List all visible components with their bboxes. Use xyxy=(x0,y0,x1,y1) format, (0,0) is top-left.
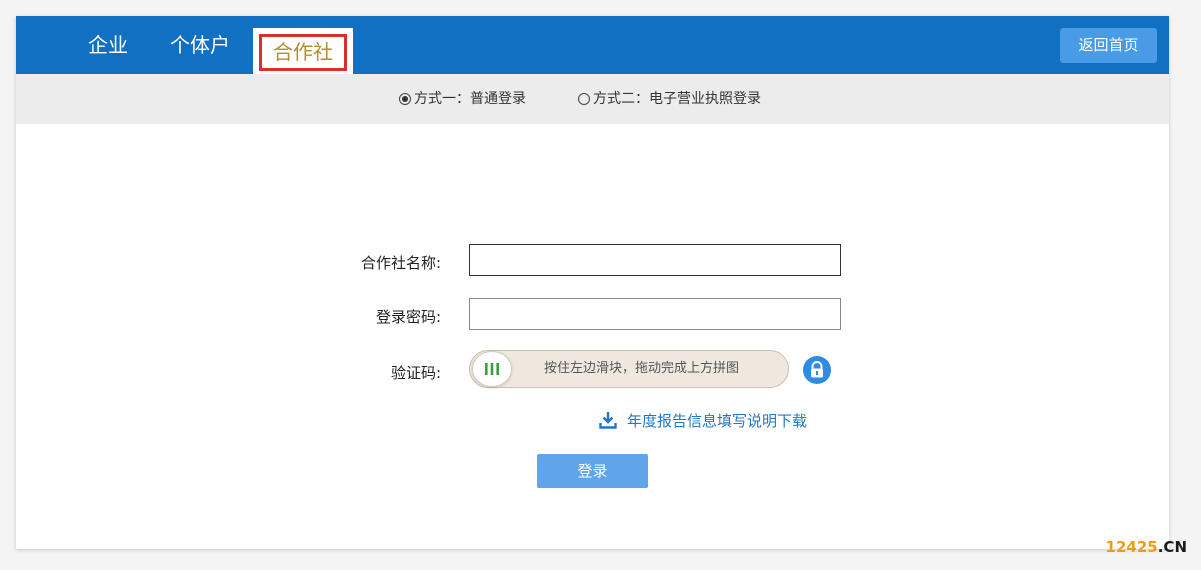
login-mode-bar: 方式一：普通登录 方式二：电子营业执照登录 xyxy=(16,74,1169,124)
lock-icon[interactable] xyxy=(803,356,831,384)
password-input[interactable] xyxy=(469,298,841,330)
login-mode-normal-label: 方式一：普通登录 xyxy=(414,91,526,107)
tab-individual-business[interactable]: 个体户 xyxy=(162,16,238,74)
captcha-slider-track[interactable]: 按住左边滑块，拖动完成上方拼图 xyxy=(469,350,789,388)
login-mode-e-license-label: 方式二：电子营业执照登录 xyxy=(593,91,761,107)
grip-icon xyxy=(485,363,499,375)
radio-unchecked-icon[interactable] xyxy=(578,93,590,105)
watermark-suffix: .CN xyxy=(1157,538,1187,556)
password-label: 登录密码: xyxy=(375,308,441,326)
captcha-slider-hint: 按住左边滑块，拖动完成上方拼图 xyxy=(544,361,740,376)
tab-cooperative-label: 合作社 xyxy=(259,34,347,71)
cooperative-name-input[interactable] xyxy=(469,244,841,276)
download-instructions-link[interactable]: 年度报告信息填写说明下载 xyxy=(599,410,807,431)
download-instructions-label: 年度报告信息填写说明下载 xyxy=(627,412,808,430)
cooperative-name-label: 合作社名称: xyxy=(360,254,441,272)
login-button[interactable]: 登录 xyxy=(537,454,648,488)
captcha-slider-handle[interactable] xyxy=(472,351,512,387)
back-home-button[interactable]: 返回首页 xyxy=(1060,28,1157,63)
tab-cooperative[interactable]: 合作社 xyxy=(253,28,353,74)
top-nav-bar: 企业 个体户 合作社 返回首页 xyxy=(16,16,1169,74)
login-card: 企业 个体户 合作社 返回首页 方式一：普通登录 方式二：电子营业执照登录 合作… xyxy=(16,16,1169,549)
tab-enterprise[interactable]: 企业 xyxy=(76,16,140,74)
watermark-number: 12425 xyxy=(1105,538,1158,556)
site-watermark: 12425.CN xyxy=(1106,538,1187,556)
radio-checked-icon[interactable] xyxy=(399,93,411,105)
download-icon xyxy=(599,412,617,429)
login-mode-normal[interactable]: 方式一：普通登录 xyxy=(399,74,526,124)
login-mode-e-license[interactable]: 方式二：电子营业执照登录 xyxy=(578,74,761,124)
captcha-label: 验证码: xyxy=(390,364,441,382)
